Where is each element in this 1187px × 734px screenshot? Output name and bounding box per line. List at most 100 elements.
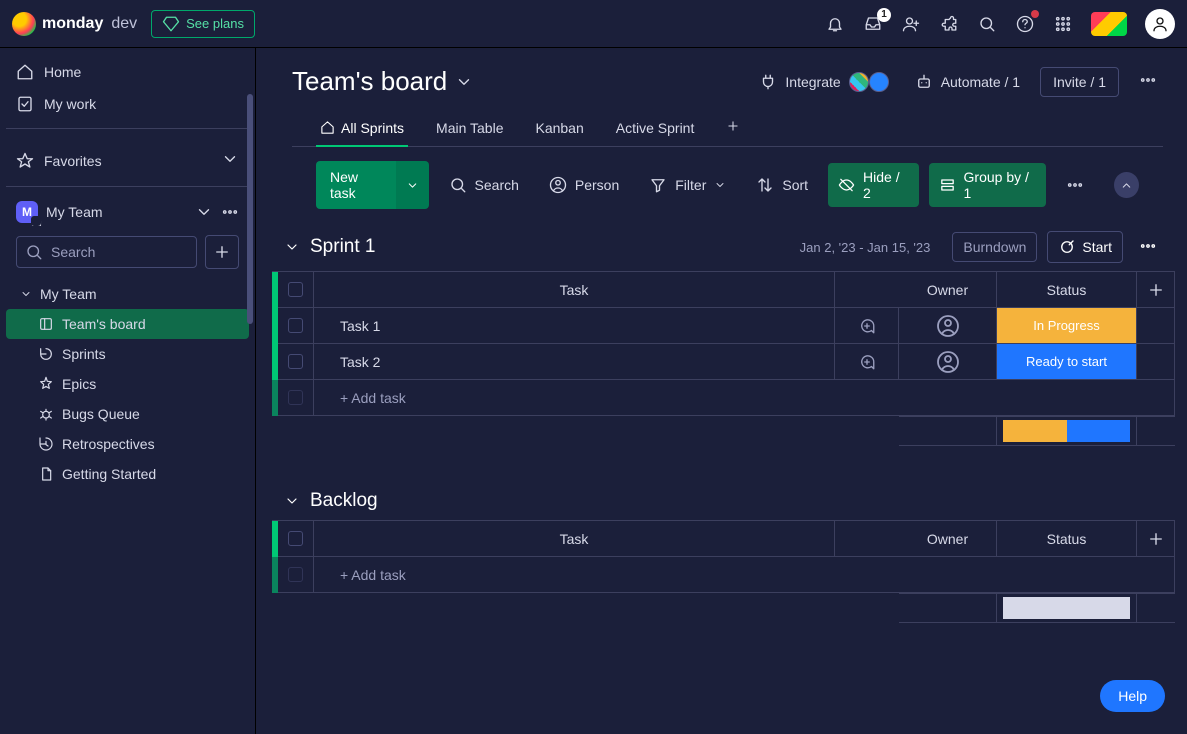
plus-icon	[213, 243, 231, 261]
new-task-button[interactable]: New task	[316, 161, 429, 209]
status-sum-empty	[1003, 597, 1130, 619]
chevron-down-icon[interactable]	[284, 493, 300, 509]
toolbar-more-button[interactable]	[1056, 170, 1094, 200]
tree-item-epics[interactable]: Epics	[6, 369, 249, 399]
star-icon	[16, 152, 34, 170]
inbox-button[interactable]: 1	[863, 14, 883, 34]
new-task-label: New task	[330, 169, 358, 201]
nav-favorites[interactable]: Favorites	[6, 143, 249, 178]
products-switcher-button[interactable]	[1053, 14, 1073, 34]
toolbar-groupby-button[interactable]: Group by / 1	[929, 163, 1047, 207]
integrate-button[interactable]: Integrate	[753, 68, 894, 96]
add-view-button[interactable]	[722, 109, 744, 146]
tree-item-teams-board[interactable]: Team's board	[6, 309, 249, 339]
chevron-down-icon[interactable]	[455, 73, 473, 91]
status-cell[interactable]: In Progress	[997, 308, 1137, 344]
home-mini-icon	[31, 216, 42, 227]
row-checkbox[interactable]	[278, 308, 314, 344]
tab-active-sprint[interactable]: Active Sprint	[612, 110, 699, 146]
see-plans-button[interactable]: See plans	[151, 10, 255, 38]
column-spacer	[835, 521, 899, 557]
column-header-status[interactable]: Status	[997, 521, 1137, 557]
add-column-button[interactable]	[1137, 272, 1175, 308]
workspace-header[interactable]: M My Team	[6, 195, 249, 229]
tab-all-sprints[interactable]: All Sprints	[316, 110, 408, 146]
add-task-input[interactable]: + Add task	[314, 380, 1175, 416]
select-all-checkbox[interactable]	[278, 272, 314, 308]
row-checkbox[interactable]	[278, 344, 314, 380]
notifications-button[interactable]	[825, 14, 845, 34]
sidebar-scrollbar[interactable]	[247, 94, 255, 726]
logo[interactable]: monday dev	[12, 12, 137, 36]
tree-item-label: Retrospectives	[62, 436, 155, 452]
invite-button[interactable]: Invite / 1	[1040, 67, 1119, 97]
owner-cell[interactable]	[899, 308, 997, 344]
toolbar-hide-button[interactable]: Hide / 2	[828, 163, 918, 207]
toolbar-filter-button[interactable]: Filter	[639, 170, 736, 200]
column-header-owner[interactable]: Owner	[899, 272, 997, 308]
burndown-button[interactable]: Burndown	[952, 232, 1037, 262]
conversation-button[interactable]	[835, 344, 899, 380]
tab-main-table[interactable]: Main Table	[432, 110, 507, 146]
grid-icon	[1054, 15, 1072, 33]
select-all-checkbox[interactable]	[278, 521, 314, 557]
row-checkbox[interactable]	[278, 380, 314, 416]
task-name-cell[interactable]: Task 1	[314, 308, 835, 344]
tree-root-label: My Team	[40, 286, 97, 302]
apps-button[interactable]	[939, 14, 959, 34]
more-icon[interactable]	[221, 203, 239, 221]
automate-button[interactable]: Automate / 1	[909, 69, 1026, 95]
board-title[interactable]: Team's board	[292, 66, 447, 97]
group-more-button[interactable]	[1133, 233, 1163, 262]
help-button[interactable]	[1015, 14, 1035, 34]
chevron-down-icon	[406, 179, 419, 192]
group-summary	[272, 593, 1175, 623]
column-header-task[interactable]: Task	[314, 521, 835, 557]
tree-root[interactable]: My Team	[6, 279, 249, 309]
history-icon	[38, 435, 54, 453]
tab-kanban[interactable]: Kanban	[531, 110, 587, 146]
tree-item-getting-started[interactable]: Getting Started	[6, 459, 249, 489]
task-name-cell[interactable]: Task 2	[314, 344, 835, 380]
status-cell[interactable]: Ready to start	[997, 344, 1137, 380]
start-sprint-button[interactable]: Start	[1047, 231, 1123, 263]
column-header-task[interactable]: Task	[314, 272, 835, 308]
user-avatar[interactable]	[1145, 9, 1175, 39]
nav-home[interactable]: Home	[6, 56, 249, 88]
sidebar-search[interactable]: Search	[16, 236, 197, 268]
add-column-button[interactable]	[1137, 521, 1175, 557]
tree-item-bugs[interactable]: Bugs Queue	[6, 399, 249, 429]
board-more-button[interactable]	[1133, 67, 1163, 96]
owner-cell[interactable]	[899, 344, 997, 380]
add-task-input[interactable]: + Add task	[314, 557, 1175, 593]
help-floating-button[interactable]: Help	[1100, 680, 1165, 712]
group-title[interactable]: Sprint 1	[310, 236, 375, 258]
new-task-dropdown[interactable]	[396, 161, 429, 209]
sort-icon	[756, 176, 774, 194]
chevron-down-icon[interactable]	[284, 239, 300, 255]
row-checkbox[interactable]	[278, 557, 314, 593]
column-header-status[interactable]: Status	[997, 272, 1137, 308]
invite-label: Invite / 1	[1053, 74, 1106, 90]
group-title[interactable]: Backlog	[310, 490, 378, 512]
eye-off-icon	[838, 176, 855, 194]
toolbar-search-button[interactable]: Search	[439, 170, 529, 200]
column-header-owner[interactable]: Owner	[899, 521, 997, 557]
sidebar-add-button[interactable]	[205, 235, 239, 269]
product-tile[interactable]	[1091, 12, 1127, 36]
toolbar-person-button[interactable]: Person	[539, 170, 629, 200]
summary-end	[1137, 593, 1175, 623]
collapse-header-button[interactable]	[1114, 172, 1139, 198]
main: Team's board Integrate Automate / 1	[256, 48, 1187, 734]
invite-members-button[interactable]	[901, 14, 921, 34]
nav-my-work[interactable]: My work	[6, 88, 249, 120]
status-sum-inprogress	[1003, 420, 1067, 442]
person-icon	[1151, 15, 1169, 33]
tab-label: Active Sprint	[616, 120, 695, 136]
conversation-button[interactable]	[835, 308, 899, 344]
search-everything-button[interactable]	[977, 14, 997, 34]
tree-item-retros[interactable]: Retrospectives	[6, 429, 249, 459]
toolbar-sort-button[interactable]: Sort	[746, 170, 818, 200]
tree-item-sprints[interactable]: Sprints	[6, 339, 249, 369]
chevron-down-icon[interactable]	[195, 203, 213, 221]
